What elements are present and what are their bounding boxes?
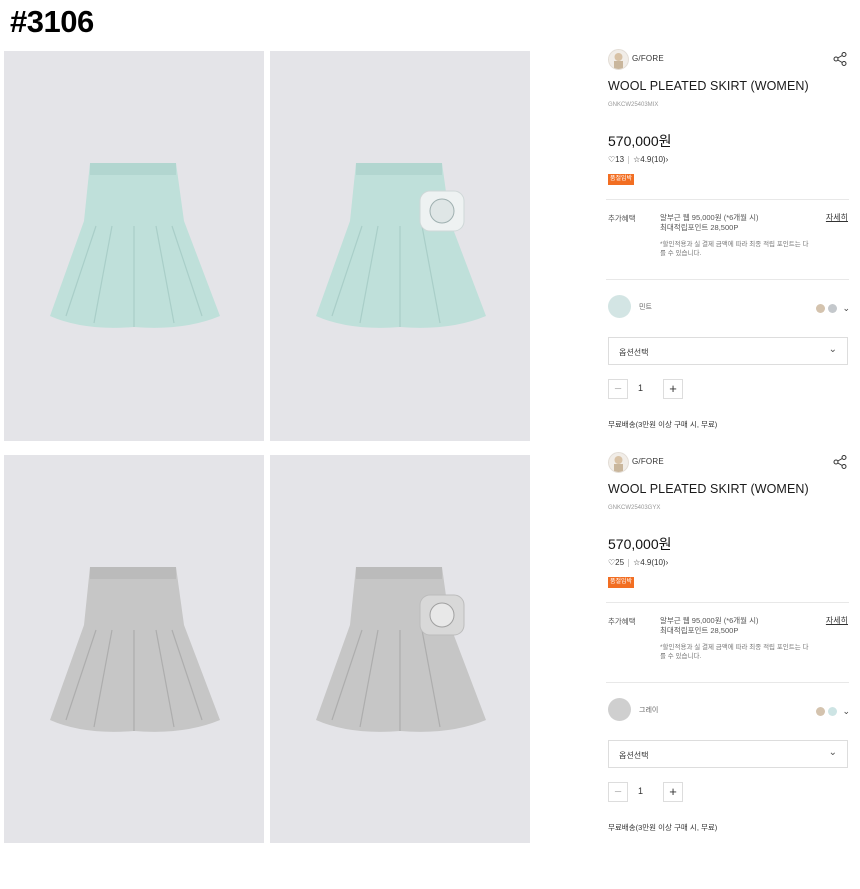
quantity-increase-button[interactable]: + xyxy=(663,379,683,399)
heart-icon[interactable]: ♡ xyxy=(608,558,615,567)
product-info-panel-mint: G/FORE WOOL PLEATED SKIRT (WOMEN) GNKCW2… xyxy=(606,49,852,439)
benefit-line-installment: 알부근 웹 95,000원 (*6개월 시) xyxy=(660,213,759,222)
chevron-down-icon: ⌄ xyxy=(828,344,837,355)
product-image-mint-side[interactable] xyxy=(270,51,530,441)
chevron-right-icon: › xyxy=(665,155,669,164)
product-code: GNKCW25403MIX xyxy=(608,102,659,108)
detail-link[interactable]: 자세히 xyxy=(826,615,848,626)
divider xyxy=(606,602,849,603)
quantity-value: 1 xyxy=(638,383,644,393)
brand-row: G/FORE xyxy=(606,49,852,71)
page-title: #3106 xyxy=(10,4,94,39)
color-swatch-selected[interactable] xyxy=(608,295,631,318)
heart-icon[interactable]: ♡ xyxy=(608,155,615,164)
chevron-down-icon[interactable]: ⌄ xyxy=(842,303,850,314)
divider xyxy=(606,199,849,200)
divider xyxy=(606,682,849,683)
status-badge: 품절임박 xyxy=(608,174,635,185)
product-name: WOOL PLEATED SKIRT (WOMEN) xyxy=(608,482,809,496)
color-name: 그레이 xyxy=(639,707,659,714)
product-meta: ♡ 13 ☆ 4.9(10) › xyxy=(608,155,668,164)
option-select-label: 옵션선택 xyxy=(619,348,649,357)
product-info-panel-gray: G/FORE WOOL PLEATED SKIRT (WOMEN) GNKCW2… xyxy=(606,452,852,842)
skirt-image xyxy=(50,163,220,328)
rating[interactable]: 4.9(10) xyxy=(640,558,665,567)
benefit-text: 알부근 웹 95,000원 (*6개월 시) 최대적립포인트 28,500P xyxy=(660,616,759,636)
brand-logo[interactable] xyxy=(608,49,629,70)
skirt-image xyxy=(316,163,486,328)
detail-link[interactable]: 자세히 xyxy=(826,212,848,223)
skirt-image xyxy=(50,567,220,732)
quantity-decrease-button[interactable]: − xyxy=(608,782,628,802)
share-icon[interactable] xyxy=(832,51,848,67)
chevron-down-icon: ⌄ xyxy=(828,747,837,758)
benefit-label: 추가혜택 xyxy=(608,214,636,223)
product-code: GNKCW25403GYX xyxy=(608,505,661,511)
color-options[interactable]: ⌄ xyxy=(816,706,850,717)
color-swatch-beige[interactable] xyxy=(816,304,826,313)
chevron-down-icon[interactable]: ⌄ xyxy=(842,706,850,717)
quantity-increase-button[interactable]: + xyxy=(663,782,683,802)
product-name: WOOL PLEATED SKIRT (WOMEN) xyxy=(608,79,809,93)
benefit-note: *할인적용과 실 결제 금액에 따라 최종 적립 포인트는 다를 수 있습니다. xyxy=(660,644,809,660)
color-swatch-selected[interactable] xyxy=(608,698,631,721)
color-swatch-gray[interactable] xyxy=(828,304,838,313)
color-name: 민트 xyxy=(639,304,652,311)
benefit-line-points: 최대적립포인트 28,500P xyxy=(660,223,739,232)
product-image-gray-side[interactable] xyxy=(270,455,530,843)
option-select[interactable]: 옵션선택 ⌄ xyxy=(608,740,848,768)
product-meta: ♡ 25 ☆ 4.9(10) › xyxy=(608,558,668,567)
quantity-value: 1 xyxy=(638,786,644,796)
brand-name[interactable]: G/FORE xyxy=(632,54,664,63)
share-icon[interactable] xyxy=(832,454,848,470)
benefit-note: *할인적용과 실 결제 금액에 따라 최종 적립 포인트는 다를 수 있습니다. xyxy=(660,241,809,257)
color-options[interactable]: ⌄ xyxy=(816,303,850,314)
chevron-right-icon: › xyxy=(665,558,669,567)
like-count: 25 xyxy=(615,558,625,567)
benefit-label: 추가혜택 xyxy=(608,617,636,626)
shipping-info: 무료배송(3만원 이상 구매 시, 무료) xyxy=(608,420,718,429)
divider xyxy=(628,558,630,567)
option-select-label: 옵션선택 xyxy=(619,751,649,760)
benefit-line-points: 최대적립포인트 28,500P xyxy=(660,626,739,635)
brand-name[interactable]: G/FORE xyxy=(632,457,664,466)
color-swatch-mint[interactable] xyxy=(828,707,838,716)
status-badge: 품절임박 xyxy=(608,577,635,588)
product-price: 570,000원 xyxy=(608,536,672,552)
quantity-decrease-button[interactable]: − xyxy=(608,379,628,399)
divider xyxy=(606,279,849,280)
product-price: 570,000원 xyxy=(608,133,672,149)
option-select[interactable]: 옵션선택 ⌄ xyxy=(608,337,848,365)
star-icon: ☆ xyxy=(633,155,641,164)
like-count: 13 xyxy=(615,155,625,164)
divider xyxy=(628,155,630,164)
rating[interactable]: 4.9(10) xyxy=(640,155,665,164)
shipping-info: 무료배송(3만원 이상 구매 시, 무료) xyxy=(608,823,718,832)
brand-logo[interactable] xyxy=(608,452,629,473)
brand-row: G/FORE xyxy=(606,452,852,474)
product-image-mint-front[interactable] xyxy=(4,51,264,441)
product-image-gray-front[interactable] xyxy=(4,455,264,843)
benefit-text: 알부근 웹 95,000원 (*6개월 시) 최대적립포인트 28,500P xyxy=(660,213,759,233)
star-icon: ☆ xyxy=(633,558,641,567)
benefit-line-installment: 알부근 웹 95,000원 (*6개월 시) xyxy=(660,616,759,625)
color-swatch-beige[interactable] xyxy=(816,707,826,716)
skirt-image xyxy=(316,567,486,732)
